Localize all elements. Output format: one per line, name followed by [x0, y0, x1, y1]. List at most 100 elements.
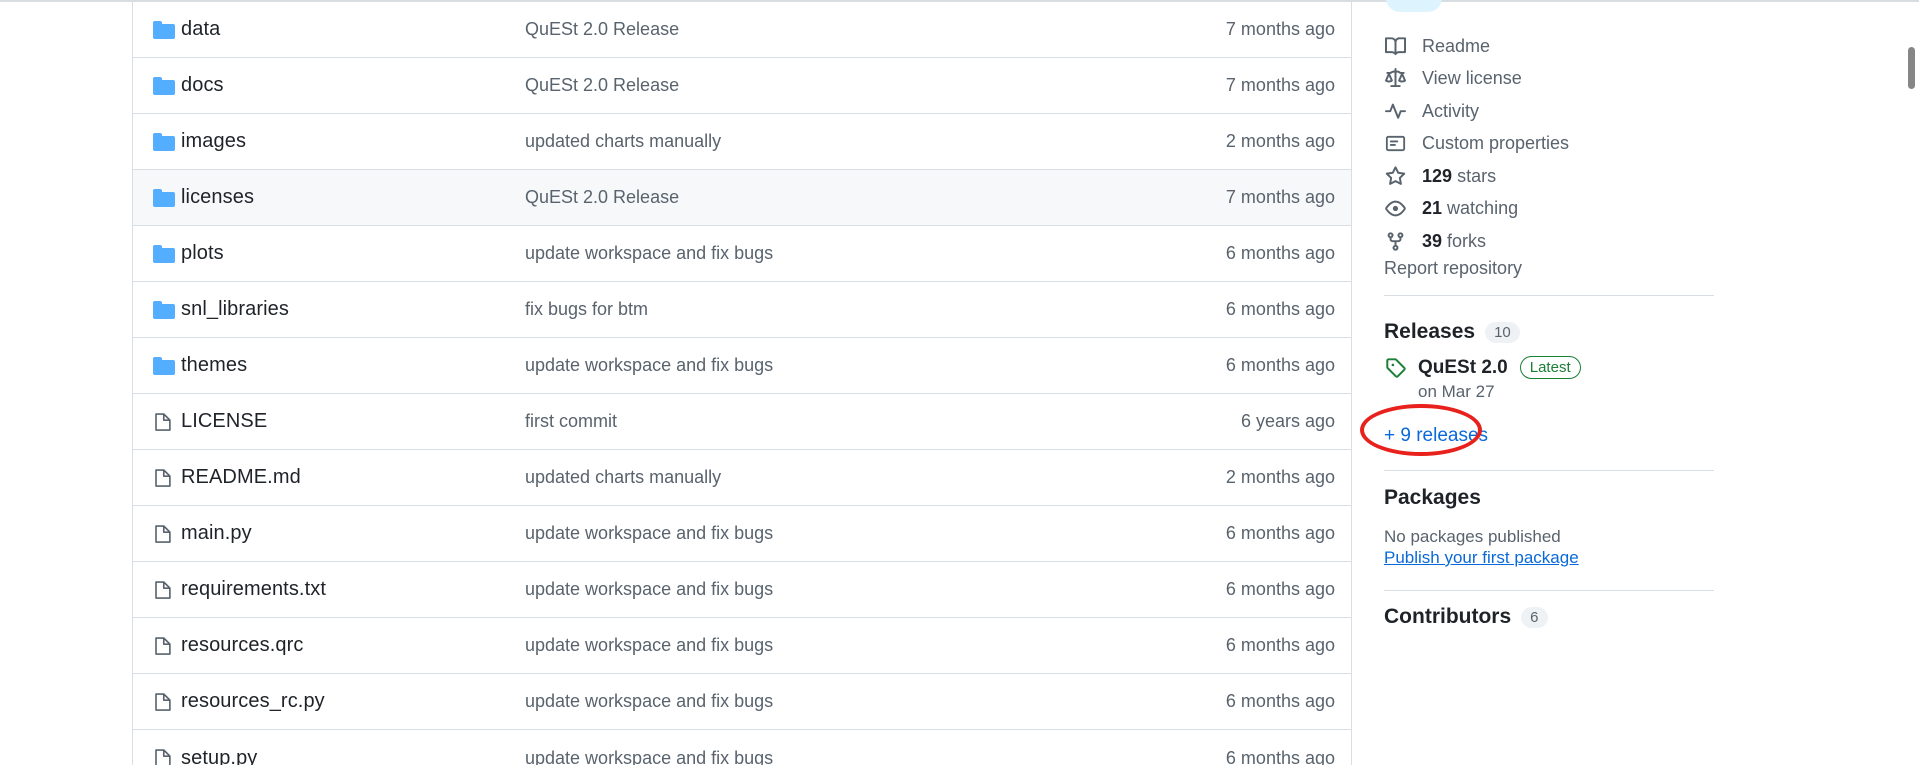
file-name-link[interactable]: main.py — [181, 522, 252, 545]
sidebar-item-label: View license — [1422, 68, 1522, 89]
eye-icon — [1384, 198, 1406, 219]
folder-icon — [153, 300, 175, 319]
commit-message[interactable]: update workspace and fix bugs — [525, 579, 1105, 600]
publish-package-link[interactable]: Publish your first package — [1384, 548, 1579, 568]
table-row[interactable]: themes update workspace and fix bugs 6 mon… — [133, 338, 1351, 394]
about-item-count: 21 — [1422, 198, 1443, 219]
file-name-link[interactable]: README.md — [181, 466, 301, 489]
sidebar-item-label: Custom properties — [1422, 133, 1569, 154]
file-name-link[interactable]: setup.py — [181, 747, 257, 765]
file-name-link[interactable]: themes — [181, 354, 247, 377]
repository-page: data QuESt 2.0 Release 7 months ago docs QuE… — [0, 0, 1919, 765]
table-row[interactable]: data QuESt 2.0 Release 7 months ago — [133, 2, 1351, 58]
packages-heading[interactable]: Packages — [1384, 486, 1481, 510]
table-row[interactable]: resources_rc.py update workspace and fix … — [133, 674, 1351, 730]
file-name-cell: licenses — [133, 186, 525, 209]
law-scale-icon — [1384, 68, 1406, 88]
commit-message[interactable]: QuESt 2.0 Release — [525, 19, 1105, 40]
file-icon — [153, 635, 181, 657]
commit-message[interactable]: first commit — [525, 411, 1105, 432]
table-row[interactable]: docs QuESt 2.0 Release 7 months ago — [133, 58, 1351, 114]
scrollbar-thumb[interactable] — [1908, 47, 1915, 89]
file-name-link[interactable]: data — [181, 18, 220, 41]
file-icon — [155, 524, 171, 543]
sidebar-divider-2 — [1384, 470, 1714, 471]
file-icon — [155, 636, 171, 655]
fork-icon — [1384, 231, 1406, 252]
file-name-link[interactable]: licenses — [181, 186, 254, 209]
file-name-link[interactable]: LICENSE — [181, 410, 267, 433]
file-name-link[interactable]: requirements.txt — [181, 578, 326, 601]
file-icon — [155, 580, 171, 599]
commit-time: 6 months ago — [1225, 747, 1335, 765]
contributors-heading[interactable]: Contributors 6 — [1384, 605, 1548, 629]
table-row[interactable]: LICENSE first commit 6 years ago — [133, 394, 1351, 450]
table-row[interactable]: setup.py update workspace and fix bugs 6 m… — [133, 730, 1351, 765]
sidebar-item-view-license[interactable]: View license — [1384, 63, 1784, 96]
commit-message[interactable]: QuESt 2.0 Release — [525, 75, 1105, 96]
sidebar-item-readme[interactable]: Readme — [1384, 30, 1784, 63]
commit-message[interactable]: update workspace and fix bugs — [525, 523, 1105, 544]
report-repository-link[interactable]: Report repository — [1384, 258, 1522, 279]
commit-time: 6 months ago — [1225, 635, 1335, 655]
table-row[interactable]: resources.qrc update workspace and fix bu… — [133, 618, 1351, 674]
table-row[interactable]: licenses QuESt 2.0 Release 7 months ago — [133, 170, 1351, 226]
releases-heading[interactable]: Releases 10 — [1384, 320, 1520, 344]
page-scrollbar[interactable] — [1905, 2, 1919, 765]
file-icon — [153, 747, 181, 765]
commit-message[interactable]: updated charts manually — [525, 131, 1105, 152]
file-name-link[interactable]: snl_libraries — [181, 298, 289, 321]
commit-message[interactable]: QuESt 2.0 Release — [525, 187, 1105, 208]
file-name-cell: images — [133, 130, 525, 153]
table-row[interactable]: requirements.txt update workspace and fix… — [133, 562, 1351, 618]
file-name-link[interactable]: images — [181, 130, 246, 153]
book-icon — [1384, 36, 1406, 57]
folder-icon — [153, 244, 181, 263]
sidebar-item-stars[interactable]: 129 stars — [1384, 160, 1784, 193]
topic-tag[interactable] — [1386, 0, 1442, 12]
commit-time: 2 months ago — [1225, 131, 1335, 151]
sidebar-item-label: 39 forks — [1422, 231, 1486, 252]
sidebar-item-forks[interactable]: 39 forks — [1384, 225, 1784, 258]
commit-time: 6 months ago — [1225, 523, 1335, 543]
commit-message[interactable]: updated charts manually — [525, 467, 1105, 488]
table-row[interactable]: snl_libraries fix bugs for btm 6 months ag… — [133, 282, 1351, 338]
commit-message[interactable]: update workspace and fix bugs — [525, 691, 1105, 712]
sidebar-divider-3 — [1384, 590, 1714, 591]
file-name-link[interactable]: plots — [181, 242, 224, 265]
table-row[interactable]: plots update workspace and fix bugs 6 mont… — [133, 226, 1351, 282]
folder-icon — [153, 356, 175, 375]
file-name-link[interactable]: docs — [181, 74, 224, 97]
folder-icon — [153, 20, 175, 39]
more-releases-link[interactable]: + 9 releases — [1384, 425, 1488, 447]
folder-icon — [153, 356, 181, 375]
file-name-link[interactable]: resources_rc.py — [181, 690, 325, 713]
latest-release-date: on Mar 27 — [1418, 382, 1495, 401]
table-row[interactable]: main.py update workspace and fix bugs 6 mo… — [133, 506, 1351, 562]
commit-message[interactable]: update workspace and fix bugs — [525, 355, 1105, 376]
file-name-cell: LICENSE — [133, 410, 525, 433]
sidebar-item-activity[interactable]: Activity — [1384, 95, 1784, 128]
sidebar-item-watching[interactable]: 21 watching — [1384, 193, 1784, 226]
commit-message[interactable]: fix bugs for btm — [525, 299, 1105, 320]
file-icon — [153, 691, 181, 713]
table-row[interactable]: README.md updated charts manually 2 months… — [133, 450, 1351, 506]
sidebar-item-label: 129 stars — [1422, 166, 1496, 187]
file-name-cell: plots — [133, 242, 525, 265]
book-icon — [1384, 37, 1406, 55]
folder-icon — [153, 132, 181, 151]
file-name-cell: setup.py — [133, 747, 525, 765]
commit-time: 7 months ago — [1225, 75, 1335, 95]
file-icon — [153, 467, 181, 489]
latest-release-row[interactable]: QuESt 2.0 Latest — [1384, 356, 1581, 379]
file-name-cell: resources_rc.py — [133, 690, 525, 713]
commit-message[interactable]: update workspace and fix bugs — [525, 748, 1105, 765]
commit-message[interactable]: update workspace and fix bugs — [525, 243, 1105, 264]
folder-icon — [153, 188, 181, 207]
table-row[interactable]: images updated charts manually 2 months ag… — [133, 114, 1351, 170]
file-name-link[interactable]: resources.qrc — [181, 634, 303, 657]
folder-icon — [153, 132, 175, 151]
releases-count-badge: 10 — [1485, 321, 1520, 343]
sidebar-item-custom-properties[interactable]: Custom properties — [1384, 128, 1784, 161]
commit-message[interactable]: update workspace and fix bugs — [525, 635, 1105, 656]
